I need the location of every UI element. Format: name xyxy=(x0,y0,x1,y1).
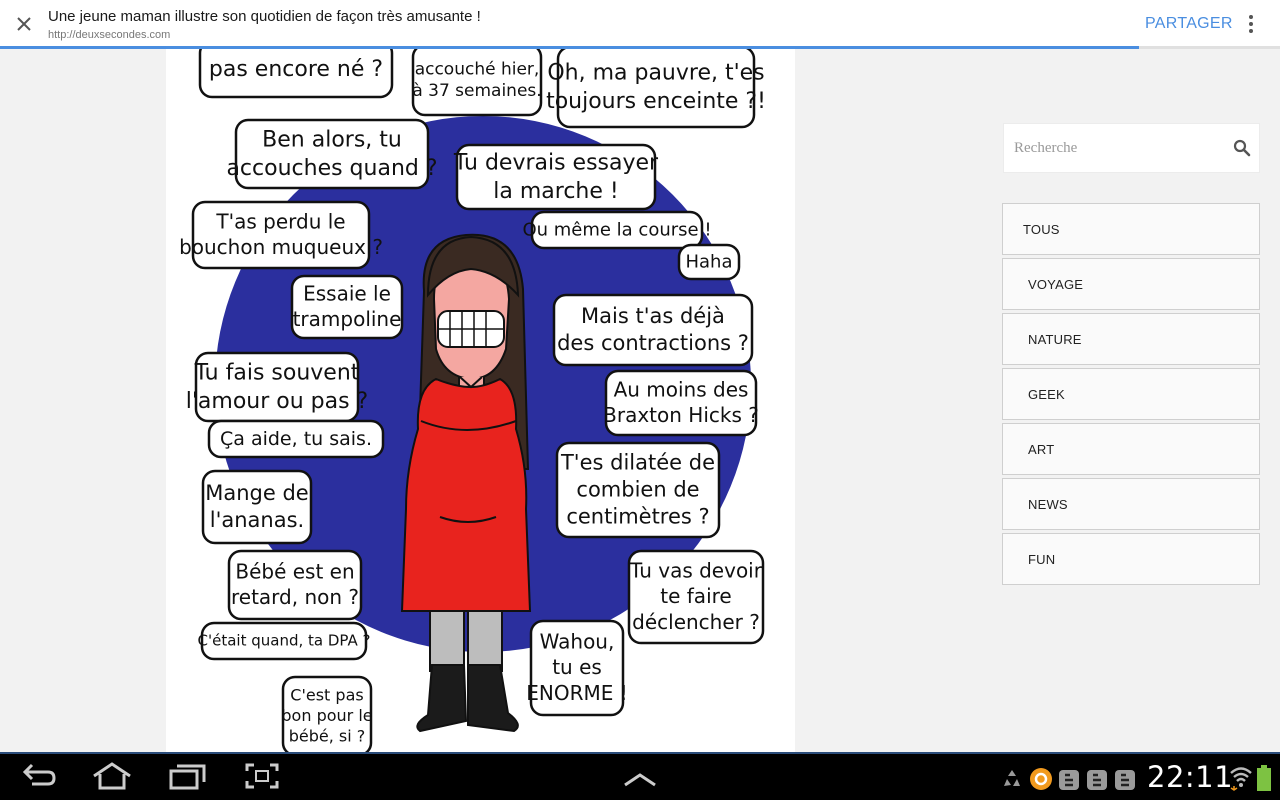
back-icon[interactable] xyxy=(20,762,60,790)
speech-bubble-text: C'était quand, ta DPA ? xyxy=(198,632,371,650)
speech-bubble-text: Braxton Hicks ? xyxy=(603,403,759,427)
speech-bubble-text: l'amour ou pas ? xyxy=(186,389,369,414)
status-clock: 22:11 xyxy=(1147,760,1234,794)
category-art[interactable]: ART xyxy=(1002,423,1260,475)
speech-bubble-text: trampoline xyxy=(293,307,402,331)
system-nav-bar: 22:11 xyxy=(0,752,1280,800)
battery-icon xyxy=(1257,765,1271,791)
page-title: Une jeune maman illustre son quotidien d… xyxy=(48,8,481,25)
search-input[interactable] xyxy=(1004,124,1224,172)
speech-bubble-text: tu es xyxy=(552,655,602,679)
recent-apps-icon[interactable] xyxy=(168,762,208,790)
category-tous[interactable]: TOUS xyxy=(1002,203,1260,255)
speech-bubble-text: bon pour le xyxy=(281,706,372,725)
speech-bubble: Tu fais souvent l'amour ou pas ? xyxy=(186,351,369,423)
comic-illustration: pas encore né ? accouché hier,à 37 semain… xyxy=(179,49,766,752)
speech-bubble-text: ENORME ! xyxy=(526,681,628,705)
speech-bubble-text: T'as perdu le xyxy=(215,209,345,233)
category-label: NEWS xyxy=(1028,496,1068,512)
blogger-icon xyxy=(1115,770,1135,790)
page-content[interactable]: pas encore né ? accouché hier, à 37 semain… xyxy=(0,49,1280,752)
speech-bubble: Tu devrais essayer la marche ! xyxy=(453,143,659,211)
speech-bubble-text: bouchon muqueux ? xyxy=(179,235,383,259)
category-label: ART xyxy=(1028,441,1055,457)
share-button[interactable]: PARTAGER xyxy=(1145,15,1233,33)
speech-bubble: Ben alors, tu accouches quand ? xyxy=(226,118,438,190)
search-icon[interactable] xyxy=(1233,139,1251,157)
speech-bubble-text: toujours enceinte ?! xyxy=(546,89,766,114)
speech-bubble-text: à 37 semaines. xyxy=(412,81,541,101)
speech-bubble: T'es dilatée de combien decentimètres ? xyxy=(555,441,721,539)
speech-bubble-text: Bébé est en xyxy=(235,559,354,583)
speech-bubble-text: accouché hier, xyxy=(415,59,540,79)
speech-bubble: Wahou,tu esENORME ! xyxy=(526,619,628,717)
chevron-up-icon[interactable] xyxy=(622,766,658,794)
category-label: VOYAGE xyxy=(1028,276,1084,292)
speech-bubble-text: bébé, si ? xyxy=(289,726,366,745)
category-label: NATURE xyxy=(1028,331,1082,347)
speech-bubble-text: Tu fais souvent xyxy=(194,361,360,386)
speech-bubble-text: pas encore né ? xyxy=(209,57,383,82)
speech-bubble: Au moins desBraxton Hicks ? xyxy=(603,369,759,437)
speech-bubble-text: des contractions ? xyxy=(557,331,749,355)
category-news[interactable]: NEWS xyxy=(1002,478,1260,530)
speech-bubble: Ou même la course ! xyxy=(522,210,712,250)
speech-bubble-text: Wahou, xyxy=(540,630,615,654)
speech-bubble-text: Ou même la course ! xyxy=(522,220,711,241)
category-label: FUN xyxy=(1028,551,1056,567)
category-nature[interactable]: NATURE xyxy=(1002,313,1260,365)
comic-image: pas encore né ? accouché hier, à 37 semain… xyxy=(166,49,795,752)
wifi-icon xyxy=(1230,767,1252,791)
blogger-icon xyxy=(1087,770,1107,790)
speech-bubble-text: l'ananas. xyxy=(210,508,304,532)
speech-bubble-text: te faire xyxy=(660,584,731,608)
speech-bubble: Bébé est enretard, non ? xyxy=(227,549,363,621)
speech-bubble: C'est pas bon pour lebébé, si ? xyxy=(281,675,373,752)
speech-bubble-text: T'es dilatée de xyxy=(560,451,715,475)
app-orange-icon xyxy=(1030,768,1052,790)
speech-bubble-text: Au moins des xyxy=(614,377,749,401)
speech-bubble-text: déclencher ? xyxy=(632,610,760,634)
recycle-icon xyxy=(1004,770,1020,786)
speech-bubble-text: Mais t'as déjà xyxy=(581,304,725,328)
speech-bubble-text: Mange de xyxy=(205,481,308,505)
speech-bubble: Tu vas devoirte fairedéclencher ? xyxy=(627,549,765,645)
speech-bubble-text: retard, non ? xyxy=(231,585,359,609)
category-label: TOUS xyxy=(1023,221,1060,237)
speech-bubble: pas encore né ? xyxy=(198,49,394,99)
speech-bubble: T'as perdu lebouchon muqueux ? xyxy=(179,200,383,270)
speech-bubble: Essaie letrampoline xyxy=(290,274,404,340)
speech-bubble-text: Ça aide, tu sais. xyxy=(220,428,372,450)
more-vert-icon[interactable] xyxy=(1243,12,1259,36)
speech-bubble-text: la marche ! xyxy=(493,179,618,204)
speech-bubble-text: C'est pas xyxy=(290,685,363,704)
category-fun[interactable]: FUN xyxy=(1002,533,1260,585)
category-label: GEEK xyxy=(1028,386,1065,402)
speech-bubble-text: Ben alors, tu xyxy=(262,128,402,153)
speech-bubble-text: Oh, ma pauvre, t'es xyxy=(547,61,764,86)
home-icon[interactable] xyxy=(90,762,134,790)
speech-bubble-text: accouches quand ? xyxy=(226,156,437,181)
speech-bubble: Mais t'as déjà des contractions ? xyxy=(552,293,754,367)
speech-bubble-text: centimètres ? xyxy=(566,504,709,528)
speech-bubble: Mange de l'ananas. xyxy=(201,469,313,545)
page-url: http://deuxsecondes.com xyxy=(48,29,171,41)
screenshot-icon[interactable] xyxy=(244,762,280,790)
speech-bubble: Oh, ma pauvre, t'es toujours enceinte ?! xyxy=(546,49,766,129)
speech-bubble-text: Tu vas devoir xyxy=(629,559,763,583)
browser-top-bar: Une jeune maman illustre son quotidien d… xyxy=(0,0,1280,49)
speech-bubble: accouché hier,à 37 semaines. xyxy=(411,49,543,117)
close-icon[interactable] xyxy=(12,12,36,36)
speech-bubble: Ça aide, tu sais. xyxy=(207,419,385,459)
speech-bubble: C'était quand, ta DPA ? xyxy=(198,621,371,661)
category-geek[interactable]: GEEK xyxy=(1002,368,1260,420)
speech-bubble-text: Tu devrais essayer xyxy=(453,151,659,176)
category-voyage[interactable]: VOYAGE xyxy=(1002,258,1260,310)
blogger-icon xyxy=(1059,770,1079,790)
speech-bubble-text: Essaie le xyxy=(303,281,391,305)
speech-bubble-text: combien de xyxy=(576,478,699,502)
speech-bubble: Haha xyxy=(677,243,741,281)
search-box xyxy=(1003,123,1260,173)
speech-bubble-text: Haha xyxy=(685,252,732,273)
